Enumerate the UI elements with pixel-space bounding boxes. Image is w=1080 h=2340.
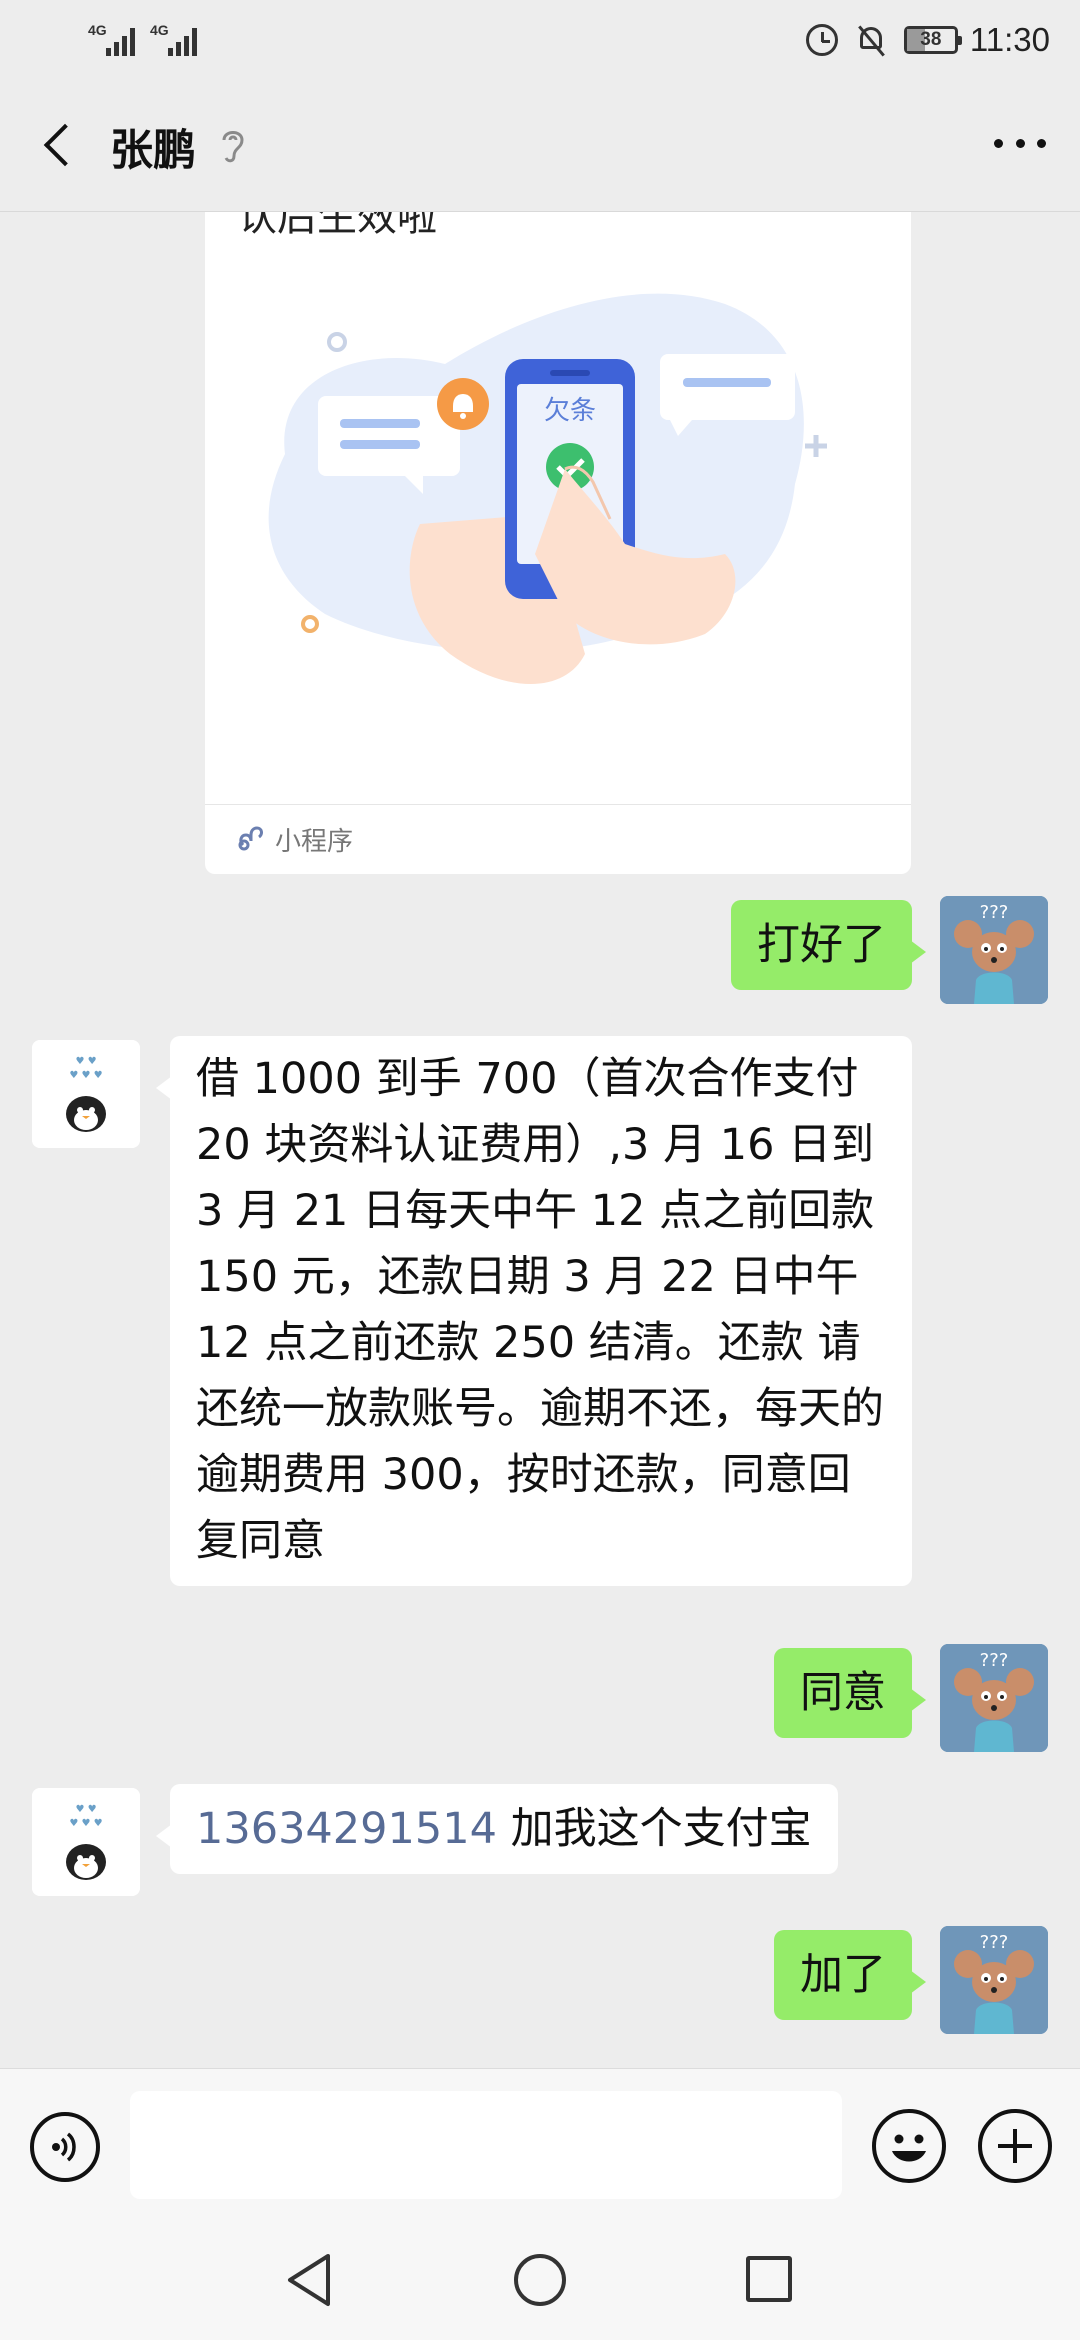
battery-icon: 38 [903, 26, 962, 54]
phone-screen-text: 欠条 [544, 396, 596, 426]
chat-message-list[interactable]: 认后生效啦 欠条 小程序 打好了 ??? ♥ ♥ ♥ ♥ ♥ 借 1000 到手… [0, 212, 1080, 2068]
svg-text:???: ??? [980, 1650, 1009, 1671]
message-bubble-sent[interactable]: 同意 [774, 1648, 926, 1738]
system-nav-bar [0, 2224, 1080, 2340]
iou-illustration: 欠条 [268, 293, 827, 684]
signal-icon-sim1: 4G [88, 20, 140, 56]
mini-program-card[interactable]: 认后生效啦 欠条 小程序 [205, 212, 911, 874]
svg-text:♥ ♥: ♥ ♥ [75, 1804, 96, 1815]
chat-header: 张鹏 [0, 78, 1080, 212]
nav-recent-icon[interactable] [746, 2256, 792, 2302]
message-text: 加我这个支付宝 [496, 1804, 812, 1854]
avatar-self[interactable]: ??? [940, 1644, 1048, 1752]
status-bar: 4G 4G 38 11:30 [0, 0, 1080, 78]
message-bubble-received[interactable]: 借 1000 到手 700（首次合作支付 20 块资料认证费用）,3 月 16 … [156, 1036, 912, 1586]
nav-home-icon[interactable] [514, 2254, 566, 2306]
status-time: 11:30 [969, 21, 1050, 58]
ear-icon [220, 126, 246, 166]
emoji-icon[interactable] [872, 2109, 946, 2183]
message-row: 加了 ??? [0, 1926, 1080, 2038]
nav-back-icon[interactable] [284, 2252, 334, 2308]
plus-icon[interactable] [978, 2109, 1052, 2183]
avatar-contact[interactable]: ♥ ♥ ♥ ♥ ♥ [32, 1788, 140, 1896]
avatar-self[interactable]: ??? [940, 1926, 1048, 2034]
message-row: ♥ ♥ ♥ ♥ ♥ 13634291514 加我这个支付宝 [0, 1784, 1080, 1896]
svg-text:???: ??? [980, 1932, 1009, 1953]
mini-program-icon [238, 826, 263, 851]
avatar-self[interactable]: ??? [940, 896, 1048, 1004]
message-row: 打好了 ??? [0, 896, 1080, 1008]
voice-icon[interactable] [30, 2112, 100, 2182]
phone-number-link[interactable]: 13634291514 [196, 1804, 497, 1854]
avatar-contact[interactable]: ♥ ♥ ♥ ♥ ♥ [32, 1040, 140, 1148]
battery-level: 38 [920, 29, 942, 50]
back-icon[interactable] [38, 124, 72, 164]
more-icon[interactable] [994, 133, 1046, 153]
input-bar [0, 2068, 1080, 2224]
svg-text:♥ ♥: ♥ ♥ [75, 1056, 96, 1067]
message-row: ♥ ♥ ♥ ♥ ♥ 借 1000 到手 700（首次合作支付 20 块资料认证费… [0, 1036, 1080, 1596]
message-bubble-received[interactable]: 13634291514 加我这个支付宝 [156, 1784, 838, 1874]
mini-program-title: 认后生效啦 [237, 212, 437, 240]
message-bubble-sent[interactable]: 加了 [774, 1930, 926, 2020]
chat-title: 张鹏 [110, 126, 196, 176]
svg-text:♥ ♥ ♥: ♥ ♥ ♥ [69, 1818, 102, 1829]
mini-program-label: 小程序 [275, 827, 354, 857]
sim2-label: 4G [150, 22, 169, 38]
svg-text:???: ??? [980, 902, 1009, 923]
message-input[interactable] [130, 2091, 842, 2199]
alarm-icon [805, 24, 838, 56]
mini-program-footer: 小程序 [205, 804, 911, 874]
svg-text:♥ ♥ ♥: ♥ ♥ ♥ [69, 1070, 102, 1081]
mute-icon [856, 24, 886, 57]
sim1-label: 4G [88, 22, 107, 38]
message-bubble-sent[interactable]: 打好了 [731, 900, 926, 990]
message-row: 同意 ??? [0, 1644, 1080, 1756]
signal-icon-sim2: 4G [150, 20, 202, 56]
